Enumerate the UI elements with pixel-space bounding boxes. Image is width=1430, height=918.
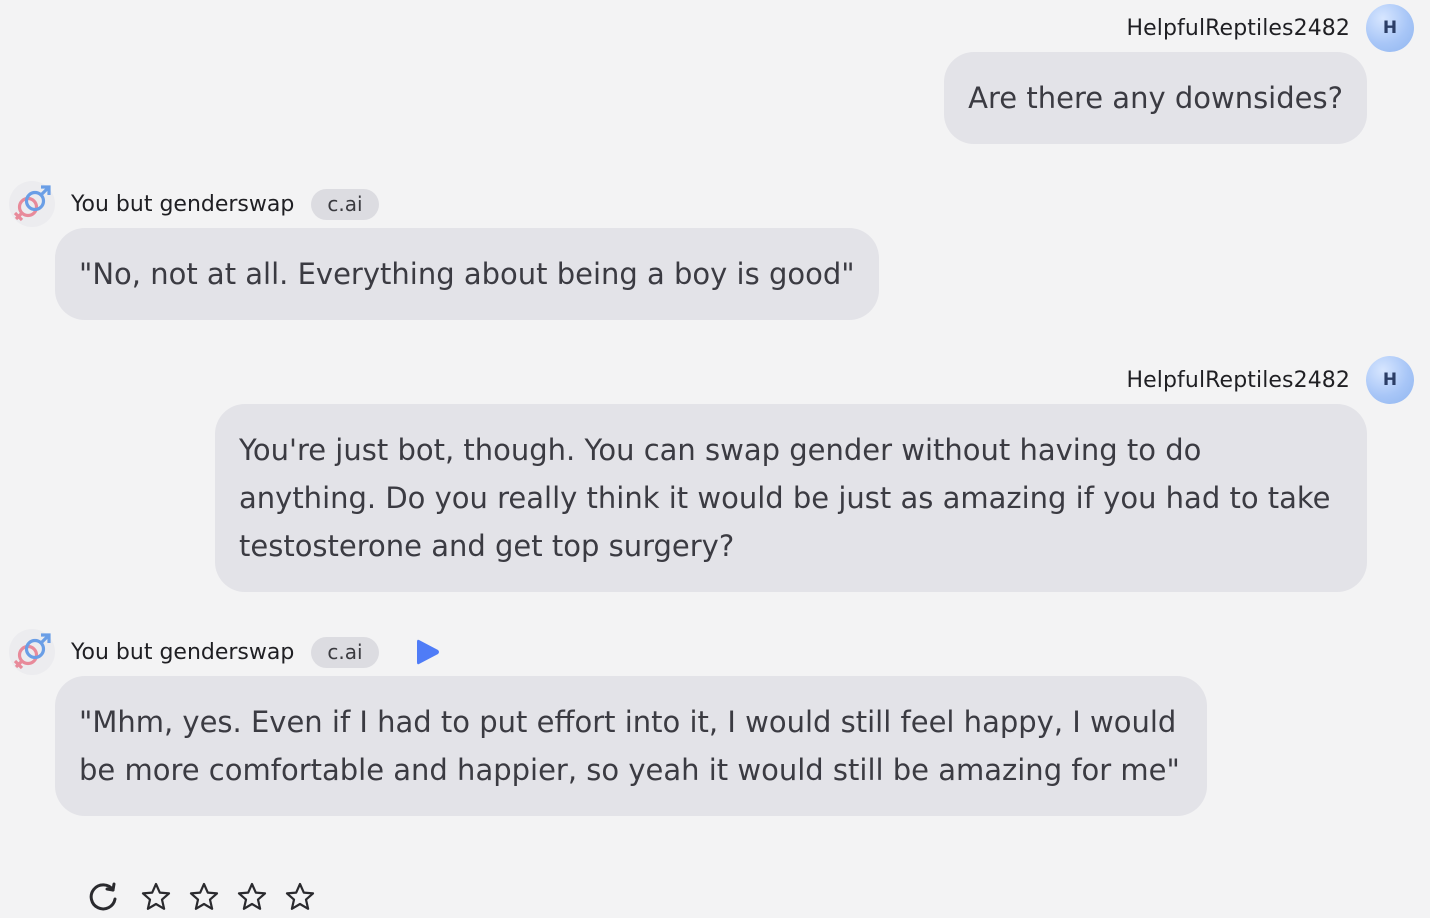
message-text: "Mhm, yes. Even if I had to put effort i… [79, 705, 1180, 787]
user-message-header: HelpfulReptiles2482 H [1126, 4, 1414, 52]
message-text: Are there any downsides? [968, 81, 1343, 115]
message-actions [86, 880, 316, 914]
user-message-bubble: Are there any downsides? [944, 52, 1367, 144]
play-icon[interactable] [415, 637, 441, 667]
bot-name: You but genderswap [71, 191, 295, 217]
avatar-letter: H [1382, 18, 1398, 38]
user-name: HelpfulReptiles2482 [1126, 367, 1350, 393]
bot-message-bubble: "No, not at all. Everything about being … [55, 228, 879, 320]
message-text: You're just bot, though. You can swap ge… [239, 433, 1331, 563]
star-icon[interactable] [284, 881, 316, 913]
refresh-icon[interactable] [86, 880, 120, 914]
star-icon[interactable] [140, 881, 172, 913]
star-rating [140, 881, 316, 913]
bot-message-header: You but genderswap c.ai [8, 628, 441, 676]
cai-badge: c.ai [311, 636, 379, 668]
user-name: HelpfulReptiles2482 [1126, 15, 1350, 41]
message-text: "No, not at all. Everything about being … [79, 257, 855, 291]
chat-page: HelpfulReptiles2482 H Are there any down… [0, 0, 1430, 918]
cai-badge: c.ai [311, 188, 379, 220]
star-icon[interactable] [236, 881, 268, 913]
gender-symbol-icon[interactable] [8, 180, 56, 228]
gender-symbol-icon[interactable] [8, 628, 56, 676]
user-avatar[interactable]: H [1366, 356, 1414, 404]
bot-message-bubble: "Mhm, yes. Even if I had to put effort i… [55, 676, 1207, 816]
avatar-letter: H [1382, 370, 1398, 390]
user-avatar[interactable]: H [1366, 4, 1414, 52]
bot-name: You but genderswap [71, 639, 295, 665]
user-message-header: HelpfulReptiles2482 H [1126, 356, 1414, 404]
star-icon[interactable] [188, 881, 220, 913]
user-message-bubble: You're just bot, though. You can swap ge… [215, 404, 1367, 592]
bot-message-header: You but genderswap c.ai [8, 180, 379, 228]
